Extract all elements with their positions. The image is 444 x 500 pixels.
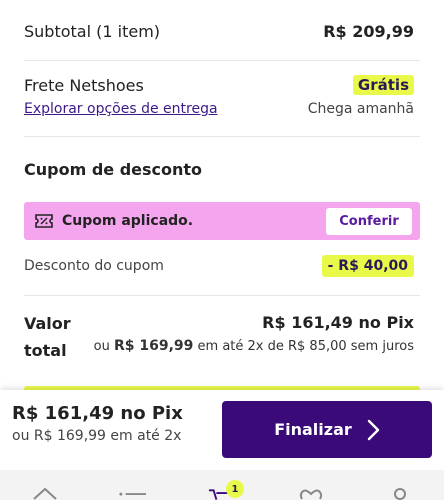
installment-amount: R$ 169,99: [113, 338, 194, 354]
subtotal-label: Subtotal (1 item): [24, 22, 161, 41]
checkout-bottom-bar: R$ 161,49 no Pix ou R$ 169,99 em até 2x …: [0, 390, 444, 470]
explore-delivery-link[interactable]: Explorar opções de entrega: [24, 101, 218, 117]
shipping-row: Frete Netshoes Grátis: [24, 75, 414, 95]
total-pix-value: R$ 161,49 no Pix: [262, 313, 414, 332]
bottom-installment-text: ou R$ 169,99 em até 2x: [12, 428, 182, 444]
discount-label: Desconto do cupom: [24, 258, 164, 274]
shipping-options-row: Explorar opções de entrega Chega amanhã: [24, 101, 414, 117]
delivery-eta: Chega amanhã: [307, 101, 414, 117]
ticket-icon: [34, 213, 54, 229]
divider: [24, 136, 420, 137]
bottom-pix-value: R$ 161,49 no Pix: [12, 403, 183, 424]
finalize-button-label: Finalizar: [274, 420, 352, 439]
coupon-section-title: Cupom de desconto: [24, 160, 203, 179]
chevron-right-icon: [366, 419, 380, 441]
cart-count-badge: 1: [226, 480, 244, 498]
installment-prefix: ou: [93, 339, 110, 354]
user-icon[interactable]: [386, 487, 414, 500]
coupon-applied-banner: Cupom aplicado. Conferir: [24, 202, 420, 240]
divider: [24, 60, 420, 61]
subtotal-value: R$ 209,99: [323, 22, 414, 41]
heart-icon[interactable]: [297, 488, 325, 500]
divider: [24, 295, 420, 296]
finalize-button[interactable]: Finalizar: [222, 401, 432, 458]
home-icon[interactable]: [31, 486, 59, 500]
coupon-applied-text: Cupom aplicado.: [62, 213, 194, 229]
subtotal-row: Subtotal (1 item) R$ 209,99: [24, 22, 414, 41]
shipping-label: Frete Netshoes: [24, 75, 144, 95]
installment-suffix: em até 2x de R$ 85,00 sem juros: [197, 339, 414, 354]
check-coupon-button[interactable]: Conferir: [326, 207, 412, 235]
total-installment-text: ou R$ 169,99 em até 2x de R$ 85,00 sem j…: [94, 338, 414, 354]
total-label: Valor total: [24, 314, 71, 360]
menu-icon[interactable]: [119, 490, 147, 500]
shipping-free-badge: Grátis: [352, 75, 414, 95]
discount-value-badge: - R$ 40,00: [321, 255, 414, 277]
discount-row: Desconto do cupom - R$ 40,00: [24, 255, 414, 277]
